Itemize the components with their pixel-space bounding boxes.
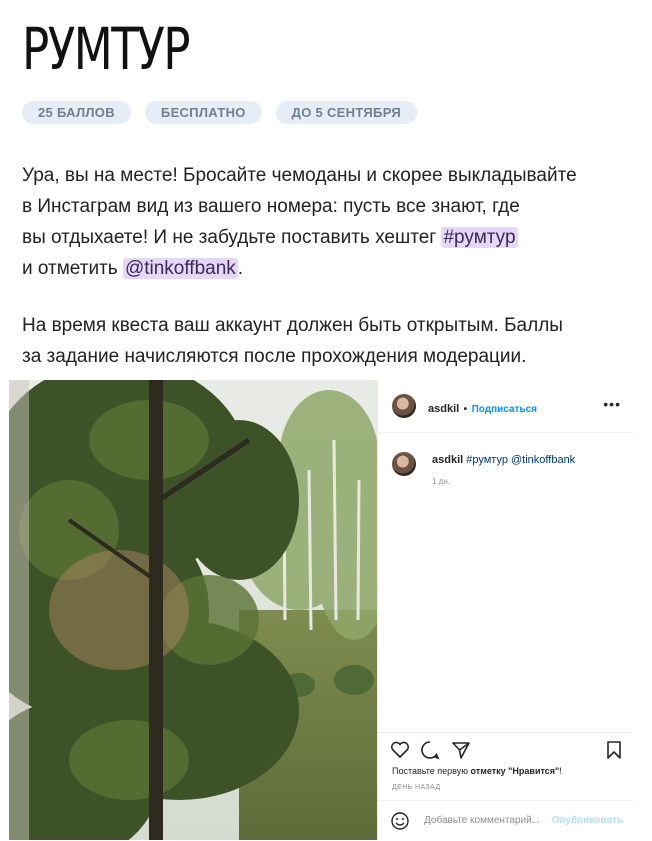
- text-fragment: .: [237, 258, 244, 279]
- likes-text-end: !: [559, 766, 562, 776]
- task-rules: На время квеста ваш аккаунт должен быть …: [22, 310, 632, 372]
- text-fragment: и отметить: [22, 258, 123, 279]
- text-line: за задание начисляются после прохождения…: [22, 346, 527, 367]
- share-icon[interactable]: [451, 740, 471, 760]
- mention-highlight: @tinkoffbank: [122, 258, 238, 279]
- username-link[interactable]: asdkil: [428, 403, 459, 415]
- bookmark-icon[interactable]: [606, 740, 622, 760]
- caption-avatar[interactable]: [392, 452, 416, 476]
- text-fragment: вы отдыхаете! И не забудьте поставить хе…: [22, 227, 442, 248]
- caption-username[interactable]: asdkil: [432, 454, 463, 466]
- tags-row: 25 БАЛЛОВ БЕСПЛАТНО ДО 5 СЕНТЯБРЯ: [22, 101, 417, 124]
- likes-prompt: Поставьте первую отметку "Нравится"!: [392, 766, 562, 776]
- price-badge: БЕСПЛАТНО: [144, 101, 262, 124]
- comment-input[interactable]: Добавьте комментарий...: [424, 815, 540, 826]
- header-user-row: asdkil • Подписаться: [428, 399, 537, 417]
- follow-button[interactable]: Подписаться: [472, 404, 537, 415]
- trees-view-image: [9, 380, 377, 840]
- comment-icon[interactable]: [420, 740, 440, 760]
- points-badge: 25 БАЛЛОВ: [22, 101, 131, 124]
- text-line: в Инстаграм вид из вашего номера: пусть …: [22, 196, 520, 217]
- post-sidebar: asdkil • Подписаться ••• asdkil #румтур …: [377, 380, 633, 840]
- separator-dot: •: [463, 404, 468, 415]
- post-header: asdkil • Подписаться •••: [378, 380, 633, 433]
- text-line: и отметить @tinkoffbank.: [22, 253, 632, 284]
- heart-icon[interactable]: [390, 741, 410, 759]
- post-time-ago: ДЕНЬ НАЗАД: [392, 784, 441, 791]
- comment-bar: Добавьте комментарий... Опубликовать: [378, 800, 633, 841]
- likes-text: Поставьте первую: [392, 766, 471, 776]
- caption-age: 1 дн.: [432, 477, 450, 486]
- text-line: вы отдыхаете! И не забудьте поставить хе…: [22, 222, 632, 253]
- emoji-icon[interactable]: [390, 811, 410, 831]
- hashtag-highlight: #румтур: [441, 227, 518, 248]
- more-dots-icon[interactable]: •••: [603, 396, 621, 412]
- post-caption: asdkil #румтур @tinkoffbank: [432, 454, 575, 466]
- post-photo[interactable]: [9, 380, 377, 840]
- caption-tags[interactable]: #румтур @tinkoffbank: [466, 454, 575, 466]
- deadline-badge: ДО 5 СЕНТЯБРЯ: [275, 101, 417, 124]
- instagram-post-embed: asdkil • Подписаться ••• asdkil #румтур …: [9, 380, 633, 840]
- task-description: Ура, вы на месте! Бросайте чемоданы и ск…: [22, 160, 632, 284]
- like-link[interactable]: отметку "Нравится": [471, 766, 560, 776]
- avatar[interactable]: [392, 394, 416, 418]
- text-line: Ура, вы на месте! Бросайте чемоданы и ск…: [22, 165, 577, 186]
- publish-button[interactable]: Опубликовать: [552, 815, 623, 826]
- text-line: На время квеста ваш аккаунт должен быть …: [22, 315, 563, 336]
- logo-rumtur: РУМТУР: [22, 15, 191, 83]
